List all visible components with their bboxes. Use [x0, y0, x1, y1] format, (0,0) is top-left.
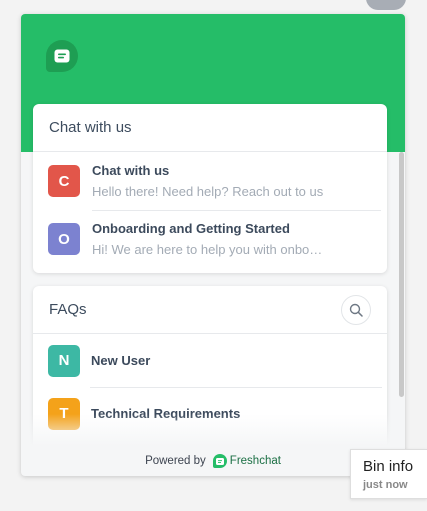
- scrollbar[interactable]: [399, 152, 404, 397]
- faq-item[interactable]: N New User: [33, 334, 387, 387]
- conversation-name: Onboarding and Getting Started: [92, 221, 290, 236]
- widget-scroll-area[interactable]: Chat with us C Chat with us Hello there! N…: [21, 14, 405, 446]
- conversation-list: C Chat with us Hello there! Need help? Rea…: [33, 152, 387, 268]
- conversation-item[interactable]: C Chat with us Hello there! Need help? Rea…: [33, 152, 387, 210]
- freshchat-logo-icon: [212, 454, 227, 468]
- powered-by-text: Powered by: [145, 455, 206, 467]
- notification-time: just now: [363, 479, 408, 491]
- chat-card-title: Chat with us: [49, 119, 132, 136]
- conversation-text: Chat with us Hello there! Need help? Reac…: [92, 163, 324, 199]
- faq-avatar: N: [48, 344, 80, 377]
- faq-card-title: FAQs: [49, 301, 87, 318]
- search-icon: [349, 303, 363, 317]
- powered-by-footer: Powered by Freshchat: [21, 446, 405, 476]
- conversation-item[interactable]: O Onboarding and Getting Started Hi! We ar…: [33, 210, 387, 268]
- notification-toast[interactable]: Bin info just now: [350, 449, 427, 499]
- chat-card-header: Chat with us: [33, 104, 387, 152]
- scroll-fade: [21, 414, 405, 446]
- chat-bubble-icon: [46, 40, 78, 72]
- chat-widget: Chat with us C Chat with us Hello there! N…: [21, 14, 405, 476]
- conversation-preview: Hi! We are here to help you with onboard…: [92, 242, 324, 257]
- conversation-preview: Hello there! Need help? Reach out to us: [92, 184, 324, 199]
- conversation-avatar: O: [48, 223, 80, 255]
- conversation-text: Onboarding and Getting Started Hi! We are…: [92, 221, 324, 257]
- faq-search-button[interactable]: [341, 294, 371, 325]
- conversation-name: Chat with us: [92, 163, 170, 178]
- freshchat-link[interactable]: Freshchat: [230, 455, 281, 467]
- faq-label: New User: [91, 353, 151, 368]
- faq-card-header: FAQs: [33, 286, 387, 334]
- chat-with-us-card: Chat with us C Chat with us Hello there! N…: [33, 104, 387, 273]
- notification-title: Bin info: [363, 458, 414, 475]
- conversation-avatar: C: [48, 165, 80, 197]
- top-pill: [366, 0, 406, 10]
